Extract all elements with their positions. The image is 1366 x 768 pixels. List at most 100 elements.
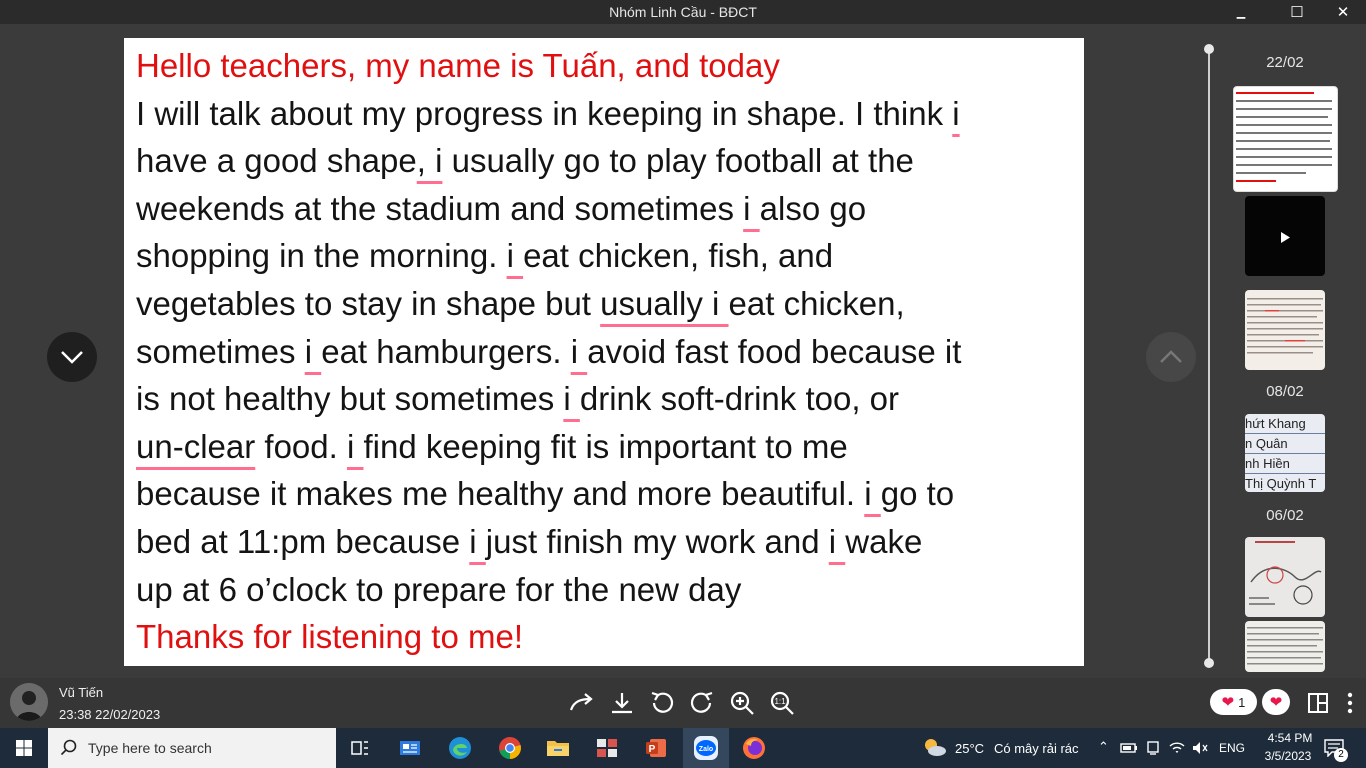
previous-image-button[interactable]	[1146, 332, 1196, 382]
reaction-count: 1	[1238, 694, 1246, 710]
avatar-image	[10, 683, 48, 721]
zoom-in-button[interactable]	[726, 687, 758, 719]
taskbar-app-tools[interactable]	[584, 728, 630, 768]
taskbar-search-box[interactable]: Type here to search	[48, 728, 336, 768]
edge-icon	[449, 737, 471, 759]
timeline-end-handle[interactable]	[1204, 658, 1214, 668]
zalo-icon: Zalo	[694, 736, 718, 760]
powerpoint-icon: P	[646, 739, 666, 757]
task-view-button[interactable]	[337, 728, 383, 768]
taskbar-app-chrome[interactable]	[487, 728, 533, 768]
file-explorer-icon	[547, 741, 569, 756]
windows-icon	[16, 740, 32, 756]
firefox-icon	[743, 737, 765, 759]
thumbnail-text-preview	[1247, 298, 1323, 354]
taskbar-app-news[interactable]	[387, 728, 433, 768]
thumbnail-video[interactable]	[1245, 196, 1325, 276]
next-image-button[interactable]	[47, 332, 97, 382]
battery-icon[interactable]	[1120, 742, 1138, 754]
windows-taskbar: Type here to search P Zalo 25°C Có mây r…	[0, 728, 1366, 768]
chrome-icon	[499, 737, 521, 759]
body-line-1: I will talk about my progress in keeping…	[136, 94, 960, 132]
taskbar-app-powerpoint[interactable]: P	[633, 728, 679, 768]
rotate-left-icon	[651, 691, 674, 713]
body-line-3: weekends at the stadium and sometimes i …	[136, 189, 867, 227]
task-view-icon	[351, 741, 368, 755]
start-button[interactable]	[0, 728, 48, 768]
weather-description[interactable]: Có mây rải rác	[994, 741, 1079, 756]
greeting-line: Hello teachers, my name is Tuấn, and tod…	[136, 47, 780, 84]
thumbnail-document[interactable]	[1245, 290, 1325, 370]
rotate-left-button[interactable]	[646, 687, 678, 719]
wifi-icon[interactable]	[1168, 740, 1186, 756]
thumbnail-diagram-preview	[1249, 541, 1322, 605]
heart-icon: ❤	[1269, 694, 1283, 711]
document-image: Hello teachers, my name is Tuấn, and tod…	[124, 38, 1084, 666]
play-icon	[1281, 232, 1290, 243]
download-button[interactable]	[606, 687, 638, 719]
split-view-icon	[1308, 693, 1328, 713]
taskbar-app-edge[interactable]	[437, 728, 483, 768]
date-label-2: 08/02	[1266, 383, 1304, 400]
rotate-right-icon	[690, 691, 713, 713]
notification-badge: 2	[1334, 748, 1348, 762]
svg-text:P: P	[649, 744, 656, 755]
thumbnail-diagram[interactable]	[1245, 537, 1325, 617]
reaction-summary[interactable]: ❤ 1	[1210, 689, 1257, 715]
body-line-5: vegetables to stay in shape but usually …	[136, 284, 905, 322]
name-list-preview: hứt Khang n Quân nh Hiền Thị Quỳnh T	[1245, 414, 1325, 492]
search-icon	[60, 739, 77, 756]
more-vertical-icon	[1347, 692, 1353, 714]
taskbar-app-firefox[interactable]	[731, 728, 777, 768]
body-line-2: have a good shape, i usually go to play …	[136, 142, 914, 180]
split-view-button[interactable]	[1302, 687, 1334, 719]
clock-date[interactable]: 3/5/2023	[1258, 749, 1318, 763]
taskbar-app-file-explorer[interactable]	[535, 728, 581, 768]
clock-time[interactable]: 4:54 PM	[1262, 731, 1318, 745]
body-line-6: sometimes i eat hamburgers. i avoid fast…	[136, 332, 962, 370]
weather-icon	[925, 739, 946, 756]
name-row: n Quân	[1245, 434, 1325, 454]
network-icon[interactable]	[1145, 740, 1161, 756]
zoom-actual-label: 1:1	[774, 697, 786, 706]
zoom-in-icon	[730, 691, 754, 715]
thumbnail-text-preview	[1247, 627, 1323, 665]
news-icon	[400, 741, 420, 755]
timeline-track[interactable]	[1208, 49, 1210, 664]
notification-center-button[interactable]: 2	[1320, 728, 1366, 768]
minimize-button[interactable]: ▁	[1218, 0, 1264, 24]
thumbnail-notes[interactable]	[1245, 621, 1325, 672]
maximize-button[interactable]: ☐	[1274, 0, 1320, 24]
volume-icon[interactable]	[1191, 740, 1209, 756]
zoom-actual-size-button[interactable]: 1:1	[766, 687, 798, 719]
sender-name: Vũ Tiến	[59, 685, 104, 700]
taskbar-app-zalo[interactable]: Zalo	[683, 728, 729, 768]
weather-temperature[interactable]: 25°C	[955, 741, 984, 756]
search-placeholder: Type here to search	[88, 740, 212, 756]
sent-timestamp: 23:38 22/02/2023	[59, 707, 161, 722]
heart-icon: ❤	[1221, 694, 1235, 711]
maximize-icon: ☐	[1290, 4, 1304, 21]
tools-icon	[597, 739, 617, 757]
language-indicator[interactable]: ENG	[1219, 741, 1245, 755]
share-button[interactable]	[566, 687, 598, 719]
timeline-start-handle[interactable]	[1204, 44, 1214, 54]
tray-overflow-chevron-icon[interactable]: ⌃	[1098, 739, 1109, 755]
react-heart-button[interactable]: ❤	[1262, 689, 1290, 715]
title-bar: Nhóm Linh Cầu - BĐCT ▁ ☐ ✕	[0, 0, 1366, 24]
rotate-right-button[interactable]	[686, 687, 718, 719]
thumbnail-name-list[interactable]: hứt Khang n Quân nh Hiền Thị Quỳnh T	[1245, 414, 1325, 492]
closing-line: Thanks for listening to me!	[136, 618, 524, 656]
name-row: nh Hiền	[1245, 454, 1325, 474]
thumbnail-text-preview	[1236, 92, 1332, 182]
image-viewer: Hello teachers, my name is Tuấn, and tod…	[0, 24, 1366, 678]
thumbnail-current[interactable]	[1233, 86, 1338, 192]
avatar[interactable]	[10, 683, 48, 721]
body-line-7: is not healthy but sometimes i drink sof…	[136, 380, 899, 418]
name-row: hứt Khang	[1245, 414, 1325, 434]
date-label-3: 06/02	[1266, 507, 1304, 524]
chevron-up-icon	[1160, 350, 1182, 363]
more-options-button[interactable]	[1334, 687, 1366, 719]
name-row: Thị Quỳnh T	[1245, 476, 1317, 491]
close-button[interactable]: ✕	[1320, 0, 1366, 24]
